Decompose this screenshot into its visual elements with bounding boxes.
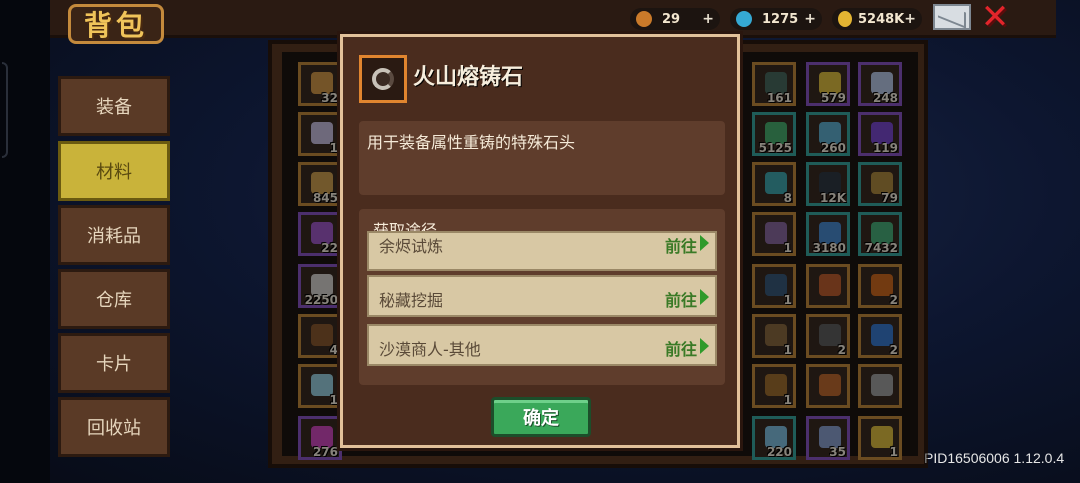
- add-gem-button[interactable]: +: [804, 11, 816, 27]
- gold-coin-icon: [838, 11, 852, 27]
- add-fire-seed-button[interactable]: +: [702, 11, 714, 27]
- volcanic-stone-icon: [372, 68, 394, 90]
- tab-label: 卡片: [96, 354, 132, 375]
- mail-icon[interactable]: [933, 4, 971, 30]
- route-item[interactable]: 沙漠商人-其他 前往: [367, 324, 717, 366]
- tab-label: 装备: [96, 97, 132, 118]
- tab-label: 仓库: [96, 290, 132, 311]
- item-detail-dialog: 火山熔铸石 用于装备属性重铸的特殊石头 获取途径 余烬试炼 前往 秘藏挖掘 前往…: [340, 34, 740, 448]
- tab-materials[interactable]: 材料: [58, 141, 170, 201]
- route-name: 余烬试炼: [379, 237, 444, 256]
- route-item[interactable]: 秘藏挖掘 前往: [367, 275, 717, 317]
- currency-gold[interactable]: 5248K +: [832, 8, 922, 30]
- version-label: PID16506006 1.12.0.4: [924, 450, 1065, 466]
- item-description: 用于装备属性重铸的特殊石头: [367, 133, 576, 152]
- currency-value: 29: [662, 11, 681, 27]
- tab-label: 回收站: [87, 418, 141, 439]
- tab-equipment[interactable]: 装备: [58, 76, 170, 136]
- page-title: 背包: [68, 4, 164, 44]
- route-name: 沙漠商人-其他: [379, 340, 481, 359]
- go-button[interactable]: 前往: [665, 336, 697, 360]
- add-gold-button[interactable]: +: [904, 11, 916, 27]
- item-description-box: 用于装备属性重铸的特殊石头: [359, 121, 725, 195]
- tab-warehouse[interactable]: 仓库: [58, 269, 170, 329]
- currency-value: 5248K: [858, 11, 905, 27]
- gem-icon: [736, 11, 752, 27]
- tab-label: 材料: [96, 162, 132, 183]
- confirm-button[interactable]: 确定: [491, 397, 591, 437]
- tab-consumables[interactable]: 消耗品: [58, 205, 170, 265]
- play-arrow-icon: [700, 235, 709, 251]
- close-icon[interactable]: ✕: [978, 0, 1012, 34]
- play-arrow-icon: [700, 338, 709, 354]
- tab-cards[interactable]: 卡片: [58, 333, 170, 393]
- go-button[interactable]: 前往: [665, 233, 697, 257]
- currency-fire-seed[interactable]: 29 +: [630, 8, 720, 30]
- tab-label: 消耗品: [87, 226, 141, 247]
- item-name: 火山熔铸石: [413, 65, 524, 90]
- currency-value: 1275: [762, 11, 799, 27]
- go-button[interactable]: 前往: [665, 287, 697, 311]
- camera-notch: [2, 62, 8, 158]
- acquisition-panel: 获取途径 余烬试炼 前往 秘藏挖掘 前往 沙漠商人-其他 前往: [359, 209, 725, 385]
- route-item[interactable]: 余烬试炼 前往: [367, 231, 717, 271]
- tab-recycle-bin[interactable]: 回收站: [58, 397, 170, 457]
- fire-seed-icon: [636, 11, 652, 27]
- screen-edge: [0, 0, 50, 483]
- currency-blue-gem[interactable]: 1275 +: [730, 8, 822, 30]
- route-name: 秘藏挖掘: [379, 291, 444, 310]
- play-arrow-icon: [700, 289, 709, 305]
- item-icon: [359, 55, 407, 103]
